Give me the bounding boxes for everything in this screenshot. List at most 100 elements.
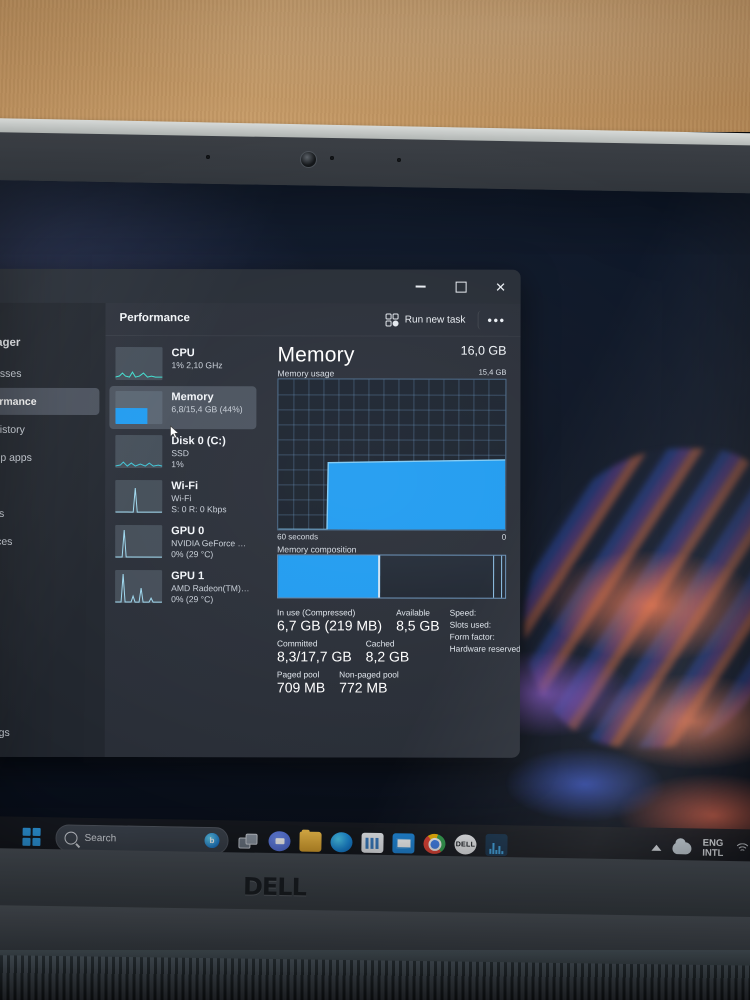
memory-total: 16,0 GB — [460, 343, 507, 358]
spec-key: Speed: — [449, 607, 477, 618]
dell-icon-label: DELL — [455, 840, 476, 849]
memory-thumbnail-graph — [115, 391, 163, 425]
file-explorer-button[interactable] — [299, 831, 322, 852]
resource-item-memory[interactable]: Memory 6,8/15,4 GB (44%) — [109, 386, 257, 430]
task-manager-button[interactable] — [485, 833, 508, 857]
sidebar-item-users[interactable]: Users — [0, 472, 99, 499]
maximize-button[interactable] — [441, 270, 481, 304]
stat-value: 709 MB — [276, 679, 326, 696]
sidebar-item-label: Startup apps — [0, 451, 32, 464]
dell-brand-logo: DELL — [242, 872, 307, 902]
chart-x-right-label: 0 — [501, 532, 507, 542]
content-header: Performance Run new task ••• — [105, 303, 521, 337]
cloud-icon[interactable] — [672, 842, 692, 855]
sidebar-item-label: Processes — [0, 367, 22, 380]
resource-name: Memory — [171, 391, 214, 404]
resource-list[interactable]: CPU 1% 2,10 GHz Memory 6,8/15,4 GB (44%) — [105, 335, 261, 757]
gpu0-thumbnail-graph — [115, 525, 163, 559]
close-icon: ✕ — [495, 279, 507, 295]
stat-value: 772 MB — [339, 679, 388, 696]
stat-label: Available — [396, 607, 430, 618]
sidebar-item-startup-apps[interactable]: Startup apps — [0, 444, 99, 471]
store-button[interactable] — [361, 832, 384, 854]
memory-specs: Speed: 3200 MHz Slots used: 2 of 2 Form … — [440, 608, 521, 701]
chrome-button[interactable] — [423, 833, 446, 855]
mouse-cursor-icon — [170, 425, 180, 439]
stat-label: Committed — [276, 638, 318, 649]
sidebar-item-label: App history — [0, 423, 25, 436]
task-view-button[interactable] — [237, 829, 259, 851]
memory-usage-chart — [277, 378, 507, 531]
resource-item-gpu0[interactable]: GPU 0 NVIDIA GeForce RTX... 0% (29 °C) — [109, 520, 256, 564]
close-button[interactable]: ✕ — [481, 270, 521, 304]
resource-item-gpu1[interactable]: GPU 1 AMD Radeon(TM) Gr... 0% (29 °C) — [109, 565, 256, 609]
chevron-up-icon[interactable] — [651, 844, 662, 851]
resource-name: CPU — [171, 347, 195, 360]
search-placeholder: Search — [84, 832, 117, 844]
sidebar-item-label: Details — [0, 507, 5, 520]
microphone-hole — [205, 154, 211, 160]
task-manager-window[interactable]: ✕ Task Manager Processes Performance — [0, 268, 521, 758]
dell-button[interactable]: DELL — [454, 834, 477, 855]
disk-thumbnail-graph — [115, 435, 163, 469]
photograph-of-laptop: ✕ Task Manager Processes Performance — [0, 0, 750, 1000]
sidebar-item-label: Services — [0, 535, 13, 548]
stat-label: In use (Compressed) — [277, 607, 356, 618]
copilot-icon[interactable]: b — [204, 832, 220, 848]
system-tray[interactable]: ENG INTL — [651, 838, 750, 860]
run-new-task-label: Run new task — [404, 314, 466, 326]
memory-composition-bar[interactable] — [277, 554, 507, 599]
more-options-button[interactable]: ••• — [477, 310, 515, 330]
composition-modified — [492, 555, 502, 598]
language-indicator[interactable]: ENG INTL — [702, 838, 724, 859]
sidebar-item-settings[interactable]: Settings — [0, 719, 99, 746]
app-title: Task Manager — [0, 336, 21, 349]
window-titlebar[interactable]: ✕ — [0, 268, 521, 304]
stat-value: 8,3/17,7 GB — [276, 648, 352, 665]
resource-detail: 6,8/15,4 GB (44%) — [171, 404, 243, 415]
sidebar-item-services[interactable]: Services — [0, 528, 99, 555]
teams-button[interactable] — [268, 831, 291, 852]
memory-stats: In use (Compressed) 6,7 GB (219 MB) Avai… — [276, 607, 521, 700]
sidebar-item-processes[interactable]: Processes — [0, 360, 99, 387]
stat-label: Paged pool — [276, 669, 320, 680]
cardboard-background — [0, 0, 750, 132]
stat-value: 8,2 GB — [365, 648, 410, 665]
run-new-task-icon — [385, 313, 399, 327]
task-manager-icon — [489, 842, 504, 855]
stat-label: Cached — [365, 638, 395, 649]
edge-button[interactable] — [330, 832, 353, 853]
resource-item-cpu[interactable]: CPU 1% 2,10 GHz — [109, 342, 256, 385]
language-secondary: INTL — [702, 847, 724, 859]
resource-detail: Wi-Fi — [171, 493, 192, 504]
sidebar-item-app-history[interactable]: App history — [0, 416, 99, 443]
wifi-thumbnail-graph — [115, 480, 163, 514]
start-button[interactable] — [20, 826, 42, 848]
spec-key: Hardware reserved: — [449, 643, 521, 654]
resource-detail-2: S: 0 R: 0 Kbps — [171, 503, 227, 514]
sidebar-item-performance[interactable]: Performance — [0, 387, 100, 416]
minimize-button[interactable] — [401, 270, 441, 304]
resource-item-wifi[interactable]: Wi-Fi Wi-Fi S: 0 R: 0 Kbps — [109, 475, 256, 519]
sidebar-item-label: Settings — [0, 726, 10, 739]
sidebar-item-details[interactable]: Details — [0, 500, 99, 527]
resource-detail-2: 1% — [171, 458, 184, 469]
main-content: Performance Run new task ••• CPU 1% 2,10… — [104, 303, 521, 758]
mail-button[interactable] — [392, 833, 415, 854]
gpu1-thumbnail-graph — [115, 570, 163, 604]
memory-usage-label: Memory usage — [277, 368, 335, 379]
resource-item-disk[interactable]: Disk 0 (C:) SSD 1% — [109, 430, 256, 474]
chart-x-left-label: 60 seconds — [277, 532, 319, 542]
search-icon — [64, 830, 78, 845]
stat-value: 6,7 GB (219 MB) — [277, 617, 383, 634]
sidebar[interactable]: Task Manager Processes Performance App h… — [0, 302, 106, 758]
wifi-icon[interactable] — [734, 843, 750, 860]
composition-in-use — [278, 555, 381, 598]
memory-detail-panel: Memory 16,0 GB Memory usage 15,4 GB 60 s… — [265, 335, 521, 757]
resource-detail: AMD Radeon(TM) Gr... — [171, 583, 251, 594]
stat-value: 8,5 GB — [396, 617, 440, 634]
spec-key: Form factor: — [449, 631, 495, 642]
resource-detail-2: 0% (29 °C) — [171, 593, 214, 604]
run-new-task-button[interactable]: Run new task — [378, 309, 474, 330]
resource-name: GPU 1 — [171, 570, 205, 583]
